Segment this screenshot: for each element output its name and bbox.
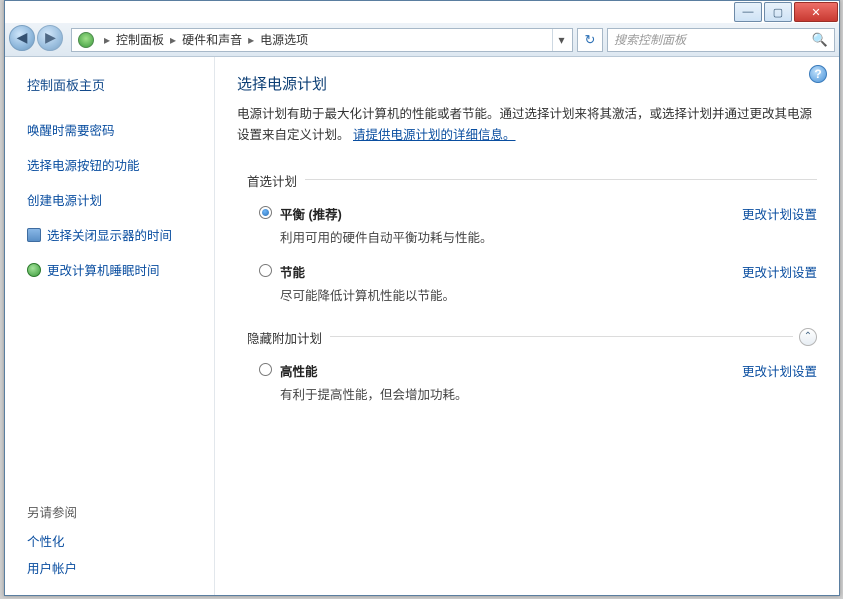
window-frame: — ▢ ✕ ◀ ▶ ▸ 控制面板 ▸ 硬件和声音 ▸ 电源选项 ▾ ↻ 🔍 控制…	[4, 0, 840, 596]
search-box[interactable]: 🔍	[607, 28, 835, 52]
close-button[interactable]: ✕	[794, 2, 838, 22]
plan-description: 有利于提高性能，但会增加功耗。	[280, 384, 728, 403]
eco-icon	[27, 263, 41, 277]
maximize-button[interactable]: ▢	[764, 2, 792, 22]
page-title: 选择电源计划	[237, 73, 817, 94]
link-sleep-time[interactable]: 更改计算机睡眠时间	[47, 260, 160, 279]
link-create-power-plan[interactable]: 创建电源计划	[27, 190, 208, 209]
minimize-button[interactable]: —	[734, 2, 762, 22]
window-controls: — ▢ ✕	[734, 2, 838, 22]
nav-buttons: ◀ ▶	[9, 25, 67, 55]
plan-name: 节能	[280, 266, 305, 280]
refresh-icon: ↻	[585, 32, 596, 48]
search-icon: 🔍	[812, 32, 828, 48]
monitor-icon	[27, 228, 41, 242]
plan-recommended-badge: (推荐)	[305, 208, 342, 222]
search-input[interactable]	[614, 33, 812, 47]
collapse-button[interactable]: ⌃	[799, 328, 817, 346]
back-button[interactable]: ◀	[9, 25, 35, 51]
plan-balanced: 平衡 (推荐) 利用可用的硬件自动平衡功耗与性能。 更改计划设置	[259, 204, 817, 246]
address-dropdown[interactable]: ▾	[552, 29, 570, 51]
change-plan-settings-saver[interactable]: 更改计划设置	[742, 262, 817, 281]
preferred-plans-label: 首选计划	[247, 171, 297, 190]
crumb-hardware-sound[interactable]: 硬件和声音	[182, 31, 242, 48]
plan-description: 尽可能降低计算机性能以节能。	[280, 285, 728, 304]
sidebar: 控制面板主页 唤醒时需要密码 选择电源按钮的功能 创建电源计划 选择关闭显示器的…	[5, 57, 215, 595]
crumb-control-panel[interactable]: 控制面板	[116, 31, 164, 48]
page-description: 电源计划有助于最大化计算机的性能或者节能。通过选择计划来将其激活，或选择计划并通…	[237, 104, 817, 145]
plan-high-performance: 高性能 有利于提高性能，但会增加功耗。 更改计划设置	[259, 361, 817, 403]
change-plan-settings-high[interactable]: 更改计划设置	[742, 361, 817, 380]
preferred-plans-header: 首选计划	[237, 163, 817, 196]
see-also-label: 另请参阅	[27, 502, 208, 521]
plan-description: 利用可用的硬件自动平衡功耗与性能。	[280, 227, 728, 246]
radio-power-saver[interactable]	[259, 264, 272, 277]
hidden-plans-label: 隐藏附加计划	[247, 328, 322, 347]
chevron-right-icon: ▸	[242, 33, 260, 47]
hidden-plans-header: 隐藏附加计划 ⌃	[237, 320, 817, 353]
plan-name: 高性能	[280, 365, 318, 379]
plan-name: 平衡	[280, 208, 305, 222]
control-panel-icon	[78, 32, 94, 48]
link-user-accounts[interactable]: 用户帐户	[27, 558, 208, 577]
see-also-section: 另请参阅 个性化 用户帐户	[27, 502, 208, 585]
address-bar: ◀ ▶ ▸ 控制面板 ▸ 硬件和声音 ▸ 电源选项 ▾ ↻ 🔍	[5, 23, 839, 57]
link-wake-password[interactable]: 唤醒时需要密码	[27, 120, 208, 139]
forward-button[interactable]: ▶	[37, 25, 63, 51]
plan-power-saver: 节能 尽可能降低计算机性能以节能。 更改计划设置	[259, 262, 817, 304]
desc-text: 电源计划有助于最大化计算机的性能或者节能。通过选择计划来将其激活，或选择计划并通…	[237, 107, 812, 142]
help-icon[interactable]: ?	[809, 65, 827, 83]
radio-balanced[interactable]	[259, 206, 272, 219]
chevron-right-icon: ▸	[98, 33, 116, 47]
control-panel-home-link[interactable]: 控制面板主页	[27, 75, 208, 94]
main-panel: ? 选择电源计划 电源计划有助于最大化计算机的性能或者节能。通过选择计划来将其激…	[215, 57, 839, 595]
change-plan-settings-balanced[interactable]: 更改计划设置	[742, 204, 817, 223]
link-display-off-time[interactable]: 选择关闭显示器的时间	[47, 225, 172, 244]
chevron-right-icon: ▸	[164, 33, 182, 47]
refresh-button[interactable]: ↻	[577, 28, 603, 52]
radio-high-performance[interactable]	[259, 363, 272, 376]
link-plan-details[interactable]: 请提供电源计划的详细信息。	[353, 128, 516, 142]
breadcrumb[interactable]: ▸ 控制面板 ▸ 硬件和声音 ▸ 电源选项 ▾	[71, 28, 573, 52]
link-power-button-action[interactable]: 选择电源按钮的功能	[27, 155, 208, 174]
content-area: 控制面板主页 唤醒时需要密码 选择电源按钮的功能 创建电源计划 选择关闭显示器的…	[5, 57, 839, 595]
crumb-power-options[interactable]: 电源选项	[260, 31, 308, 48]
link-personalization[interactable]: 个性化	[27, 531, 208, 550]
